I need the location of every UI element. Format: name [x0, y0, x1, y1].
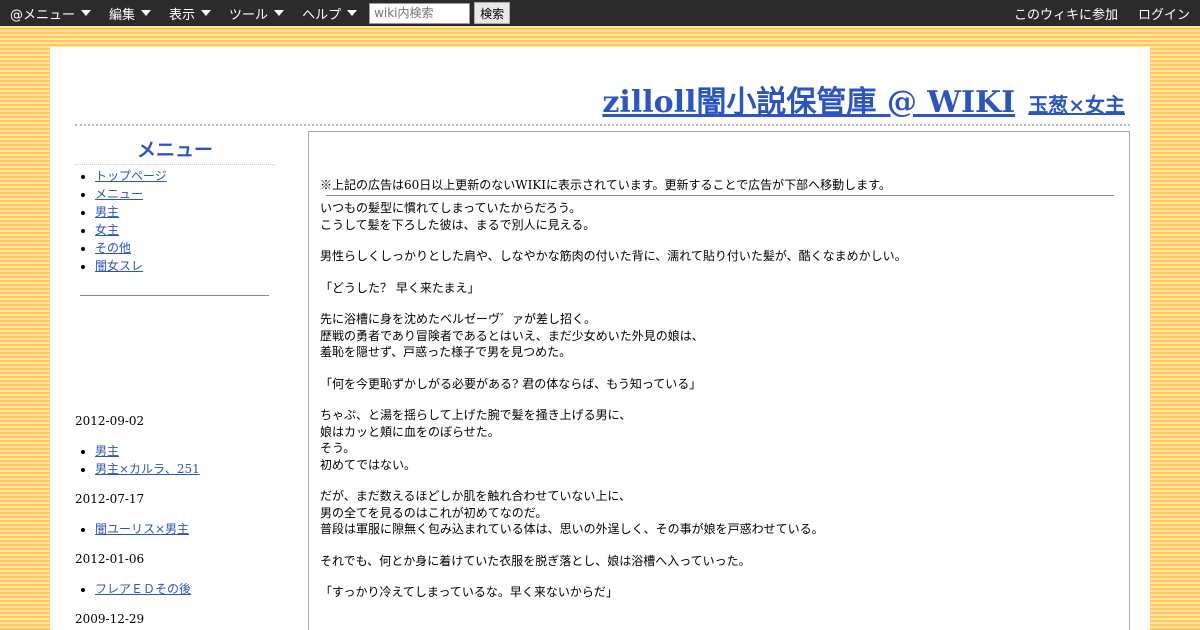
sidebar-item-female-protag: 女主 [95, 221, 275, 239]
menu-edit-label: 編集 [109, 7, 136, 23]
site-header: zilloll闇小説保管庫 @ WIKI 玉葱×女主 [50, 77, 1125, 121]
story-paragraph: それでも、何とか身に着けていた衣服を脱ぎ落とし、娘は浴槽へ入っていった。 [320, 553, 1114, 570]
story-paragraph: だが、まだ数えるほどしか肌を触れ合わせていない上に、 男の全てを見るのはこれが初め… [320, 488, 1114, 538]
recent-item: 闇ユーリス×男主 [95, 520, 275, 538]
sidebar-link-male-protag[interactable]: 男主 [95, 205, 119, 219]
sidebar-item-menu: メニュー [95, 185, 275, 203]
sidebar-menu: メニュー トップページ メニュー 男主 女主 その他 闇女スレ [75, 135, 275, 296]
caret-down-icon [141, 10, 152, 16]
search-button[interactable]: 検索 [474, 2, 511, 24]
recent-item: フレアＥＤその後 [95, 580, 275, 598]
menu-atwiki[interactable]: @メニュー [0, 0, 99, 26]
top-toolbar: @メニュー 編集 表示 ツール ヘルプ 検索 このウィキに参加 ログイン [0, 0, 1200, 26]
menu-atwiki-label: @メニュー [10, 7, 76, 23]
menu-help[interactable]: ヘルプ [292, 0, 365, 26]
recent-list: 男主 男主×カルラ、251 [75, 442, 275, 478]
recent-list: フレアＥＤその後 [75, 580, 275, 598]
menu-view-label: 表示 [169, 7, 196, 23]
ad-notice: ※上記の広告は60日以上更新のないWIKIに表示されています。更新することで広告… [320, 178, 891, 192]
recent-date: 2012-01-06 [75, 552, 145, 566]
recent-link[interactable]: 男主 [95, 444, 119, 458]
sidebar-item-other: その他 [95, 239, 275, 257]
story-paragraph: 男性らしくしっかりとした肩や、しなやかな筋肉の付いた背に、濡れて貼り付いた髪が、… [320, 248, 1114, 265]
sidebar-item-male-protag: 男主 [95, 203, 275, 221]
story-paragraph: 「すっかり冷えてしまっているな。早く来ないからだ」 [320, 584, 1114, 601]
recent-date: 2009-12-29 [75, 612, 145, 626]
login-link[interactable]: ログイン [1128, 4, 1200, 23]
join-wiki-link[interactable]: このウィキに参加 [1004, 4, 1128, 23]
story-paragraph: 「どうした？ 早く来たまえ」 [320, 280, 1114, 297]
story-line: いつもの髪型に慣れてしまっていたからだろう。 [320, 201, 582, 215]
story-paragraph: ちゃぷ、と湯を揺らして上げた腕で髪を掻き上げる男に、 娘はカッと頬に血をのぼらせた… [320, 407, 1114, 473]
sidebar-item-top: トップページ [95, 167, 275, 185]
story-paragraph: いつもの髪型に慣れてしまっていたからだろう。 こうして髪を下ろした彼は、まるで別人… [320, 200, 1114, 233]
caret-down-icon [201, 10, 212, 16]
story-line: 男の全てを見るのはこれが初めてなのだ。 [320, 505, 548, 520]
story-paragraph: 先に浴槽に身を沈めたベルゼーヴ゛ァが差し招く。歴戦の勇者であり冒険者であるとはい… [320, 311, 1114, 361]
story-line: だが、まだ数えるほどしか肌を触れ合わせていない上に、 [320, 489, 632, 503]
recent-link[interactable]: 闇ユーリス×男主 [95, 522, 189, 536]
recent-item: 男主 [95, 442, 275, 460]
sidebar-item-thread: 闇女スレ [95, 257, 275, 275]
sidebar-link-menu[interactable]: メニュー [95, 187, 143, 201]
story-body: いつもの髪型に慣れてしまっていたからだろう。 こうして髪を下ろした彼は、まるで別人… [320, 200, 1114, 601]
recent-date: 2012-07-17 [75, 492, 145, 506]
story-paragraph: 「何を今更恥ずかしがる必要がある? 君の体ならば、もう知っている」 [320, 376, 1114, 393]
recent-link[interactable]: 男主×カルラ、251 [95, 462, 200, 476]
ad-divider [326, 195, 1114, 196]
menu-view[interactable]: 表示 [159, 0, 219, 26]
caret-down-icon [81, 10, 92, 16]
story-line: 娘はカッと頬に血をのぼらせた。 [320, 424, 500, 439]
recent-list: 闇ユーリス×男主 [75, 520, 275, 538]
main-content: ※上記の広告は60日以上更新のないWIKIに表示されています。更新することで広告… [308, 131, 1130, 630]
page-container: zilloll闇小説保管庫 @ WIKI 玉葱×女主 メニュー トップページ メ… [50, 47, 1150, 630]
sidebar-link-other[interactable]: その他 [95, 241, 131, 255]
site-title-link[interactable]: zilloll闇小説保管庫 @ WIKI [602, 85, 1015, 120]
topbar-account: このウィキに参加 ログイン [1004, 0, 1200, 26]
header-divider [75, 124, 1130, 126]
menu-heading: メニュー [75, 135, 275, 165]
story-line: 普段は軍服に隙無く包み込まれている体は、思いの外逞しく、その事が娘を戸惑わせてい… [320, 522, 824, 536]
sidebar-link-top[interactable]: トップページ [95, 169, 167, 183]
sidebar-divider [80, 295, 269, 296]
menu-help-label: ヘルプ [302, 7, 342, 23]
menu-tools[interactable]: ツール [219, 0, 292, 26]
story-line: ちゃぷ、と湯を揺らして上げた腕で髪を掻き上げる男に、 [320, 408, 632, 422]
recent-updates: 2012-09-02 男主 男主×カルラ、251 2012-07-17 闇ユーリ… [75, 412, 275, 630]
search-input[interactable] [369, 2, 471, 24]
menu-edit[interactable]: 編集 [99, 0, 159, 26]
recent-link[interactable]: フレアＥＤその後 [95, 582, 191, 596]
story-line: それでも、何とか身に着けていた衣服を脱ぎ落とし、娘は浴槽へ入っていった。 [320, 553, 751, 568]
story-line: 先に浴槽に身を沈めたベルゼーヴ゛ァが差し招く。 [320, 312, 597, 326]
story-line: 歴戦の勇者であり冒険者であるとはいえ、まだ少女めいた外見の娘は、 [320, 328, 704, 343]
story-line: こうして髪を下ろした彼は、まるで別人に見える。 [320, 217, 596, 232]
menu-tools-label: ツール [229, 7, 269, 23]
story-line: そう。 [320, 441, 356, 455]
caret-down-icon [347, 10, 358, 16]
menu-list: トップページ メニュー 男主 女主 その他 闇女スレ [75, 167, 275, 275]
story-line: 羞恥を隠せず、戸惑った様子で男を見つめた。 [320, 345, 572, 359]
story-line: 男性らしくしっかりとした肩や、しなやかな筋肉の付いた背に、濡れて貼り付いた髪が、… [320, 249, 907, 263]
caret-down-icon [274, 10, 285, 16]
sidebar-link-thread[interactable]: 闇女スレ [95, 259, 143, 273]
story-line: 「何を今更恥ずかしがる必要がある? 君の体ならば、もう知っている」 [320, 376, 702, 391]
story-line: 「すっかり冷えてしまっているな。早く来ないからだ」 [320, 585, 618, 599]
sidebar-link-female-protag[interactable]: 女主 [95, 223, 119, 237]
page-title-link[interactable]: 玉葱×女主 [1028, 93, 1125, 117]
story-line: 初めてではない。 [320, 457, 417, 472]
story-line: 「どうした？ 早く来たまえ」 [320, 280, 480, 295]
recent-date: 2012-09-02 [75, 414, 145, 428]
recent-item: 男主×カルラ、251 [95, 460, 275, 478]
